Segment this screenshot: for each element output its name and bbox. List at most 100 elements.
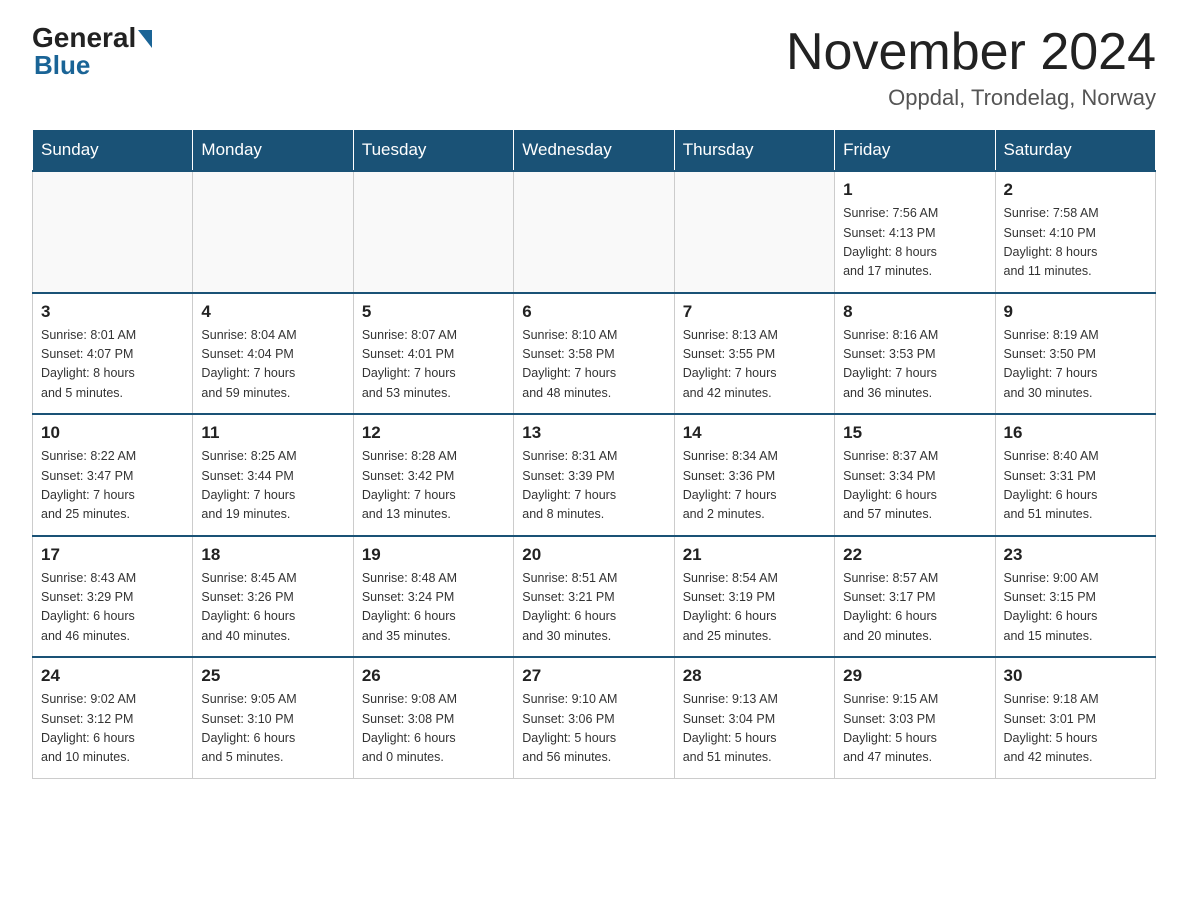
day-number: 22 (843, 545, 986, 565)
calendar-cell (193, 171, 353, 293)
day-number: 30 (1004, 666, 1147, 686)
weekday-header-friday: Friday (835, 130, 995, 172)
day-number: 12 (362, 423, 505, 443)
calendar-cell: 11 Sunrise: 8:25 AMSunset: 3:44 PMDayligh… (193, 414, 353, 536)
day-info: Sunrise: 8:43 AMSunset: 3:29 PMDaylight:… (41, 569, 184, 647)
logo-arrow-icon (138, 30, 152, 48)
day-number: 5 (362, 302, 505, 322)
day-info: Sunrise: 7:56 AMSunset: 4:13 PMDaylight:… (843, 204, 986, 282)
day-info: Sunrise: 8:10 AMSunset: 3:58 PMDaylight:… (522, 326, 665, 404)
day-number: 9 (1004, 302, 1147, 322)
day-number: 23 (1004, 545, 1147, 565)
weekday-header-thursday: Thursday (674, 130, 834, 172)
weekday-header-sunday: Sunday (33, 130, 193, 172)
day-number: 11 (201, 423, 344, 443)
day-info: Sunrise: 8:54 AMSunset: 3:19 PMDaylight:… (683, 569, 826, 647)
calendar-cell: 14 Sunrise: 8:34 AMSunset: 3:36 PMDayligh… (674, 414, 834, 536)
calendar-cell (353, 171, 513, 293)
calendar-cell: 27 Sunrise: 9:10 AMSunset: 3:06 PMDayligh… (514, 657, 674, 778)
day-number: 21 (683, 545, 826, 565)
weekday-header-wednesday: Wednesday (514, 130, 674, 172)
calendar-cell: 29 Sunrise: 9:15 AMSunset: 3:03 PMDayligh… (835, 657, 995, 778)
weekday-header-saturday: Saturday (995, 130, 1155, 172)
calendar-cell: 3Sunrise: 8:01 AMSunset: 4:07 PMDaylight… (33, 293, 193, 415)
day-number: 13 (522, 423, 665, 443)
calendar-cell: 24 Sunrise: 9:02 AMSunset: 3:12 PMDayligh… (33, 657, 193, 778)
day-number: 24 (41, 666, 184, 686)
calendar-cell: 16Sunrise: 8:40 AMSunset: 3:31 PMDayligh… (995, 414, 1155, 536)
day-info: Sunrise: 8:07 AMSunset: 4:01 PMDaylight:… (362, 326, 505, 404)
day-info: Sunrise: 9:15 AMSunset: 3:03 PMDaylight:… (843, 690, 986, 768)
calendar-cell: 4 Sunrise: 8:04 AMSunset: 4:04 PMDaylight… (193, 293, 353, 415)
calendar-cell: 23 Sunrise: 9:00 AMSunset: 3:15 PMDayligh… (995, 536, 1155, 658)
day-info: Sunrise: 8:28 AMSunset: 3:42 PMDaylight:… (362, 447, 505, 525)
day-info: Sunrise: 8:48 AMSunset: 3:24 PMDaylight:… (362, 569, 505, 647)
calendar-cell: 25 Sunrise: 9:05 AMSunset: 3:10 PMDayligh… (193, 657, 353, 778)
day-number: 20 (522, 545, 665, 565)
day-number: 25 (201, 666, 344, 686)
calendar-cell: 26Sunrise: 9:08 AMSunset: 3:08 PMDayligh… (353, 657, 513, 778)
day-info: Sunrise: 8:22 AMSunset: 3:47 PMDaylight:… (41, 447, 184, 525)
day-number: 10 (41, 423, 184, 443)
day-info: Sunrise: 9:08 AMSunset: 3:08 PMDaylight:… (362, 690, 505, 768)
logo: General Blue (32, 24, 152, 81)
logo-blue: Blue (34, 50, 90, 81)
day-info: Sunrise: 8:04 AMSunset: 4:04 PMDaylight:… (201, 326, 344, 404)
day-number: 29 (843, 666, 986, 686)
day-info: Sunrise: 9:02 AMSunset: 3:12 PMDaylight:… (41, 690, 184, 768)
calendar-week-3: 10 Sunrise: 8:22 AMSunset: 3:47 PMDayligh… (33, 414, 1156, 536)
day-number: 3 (41, 302, 184, 322)
day-info: Sunrise: 8:45 AMSunset: 3:26 PMDaylight:… (201, 569, 344, 647)
day-number: 17 (41, 545, 184, 565)
calendar-cell: 5 Sunrise: 8:07 AMSunset: 4:01 PMDaylight… (353, 293, 513, 415)
day-info: Sunrise: 8:31 AMSunset: 3:39 PMDaylight:… (522, 447, 665, 525)
calendar-cell: 7 Sunrise: 8:13 AMSunset: 3:55 PMDaylight… (674, 293, 834, 415)
calendar-cell: 18 Sunrise: 8:45 AMSunset: 3:26 PMDayligh… (193, 536, 353, 658)
calendar-cell: 10 Sunrise: 8:22 AMSunset: 3:47 PMDayligh… (33, 414, 193, 536)
title-block: November 2024 Oppdal, Trondelag, Norway (786, 24, 1156, 111)
calendar-cell: 1Sunrise: 7:56 AMSunset: 4:13 PMDaylight… (835, 171, 995, 293)
calendar-title: November 2024 (786, 24, 1156, 81)
day-info: Sunrise: 8:51 AMSunset: 3:21 PMDaylight:… (522, 569, 665, 647)
day-number: 4 (201, 302, 344, 322)
day-info: Sunrise: 8:16 AMSunset: 3:53 PMDaylight:… (843, 326, 986, 404)
day-number: 14 (683, 423, 826, 443)
day-info: Sunrise: 8:34 AMSunset: 3:36 PMDaylight:… (683, 447, 826, 525)
calendar-cell: 9 Sunrise: 8:19 AMSunset: 3:50 PMDaylight… (995, 293, 1155, 415)
day-number: 7 (683, 302, 826, 322)
day-number: 2 (1004, 180, 1147, 200)
weekday-header-tuesday: Tuesday (353, 130, 513, 172)
day-number: 8 (843, 302, 986, 322)
day-info: Sunrise: 8:37 AMSunset: 3:34 PMDaylight:… (843, 447, 986, 525)
page-header: General Blue November 2024 Oppdal, Trond… (32, 24, 1156, 111)
calendar-cell: 28Sunrise: 9:13 AMSunset: 3:04 PMDayligh… (674, 657, 834, 778)
day-number: 27 (522, 666, 665, 686)
calendar-cell: 8 Sunrise: 8:16 AMSunset: 3:53 PMDaylight… (835, 293, 995, 415)
calendar-cell: 6 Sunrise: 8:10 AMSunset: 3:58 PMDaylight… (514, 293, 674, 415)
weekday-header-row: SundayMondayTuesdayWednesdayThursdayFrid… (33, 130, 1156, 172)
day-info: Sunrise: 9:05 AMSunset: 3:10 PMDaylight:… (201, 690, 344, 768)
logo-general: General (32, 24, 136, 52)
day-number: 15 (843, 423, 986, 443)
day-info: Sunrise: 8:13 AMSunset: 3:55 PMDaylight:… (683, 326, 826, 404)
calendar-subtitle: Oppdal, Trondelag, Norway (786, 85, 1156, 111)
day-info: Sunrise: 7:58 AMSunset: 4:10 PMDaylight:… (1004, 204, 1147, 282)
day-info: Sunrise: 8:57 AMSunset: 3:17 PMDaylight:… (843, 569, 986, 647)
calendar-cell: 15 Sunrise: 8:37 AMSunset: 3:34 PMDayligh… (835, 414, 995, 536)
calendar-week-2: 3Sunrise: 8:01 AMSunset: 4:07 PMDaylight… (33, 293, 1156, 415)
calendar-cell: 13 Sunrise: 8:31 AMSunset: 3:39 PMDayligh… (514, 414, 674, 536)
calendar-week-1: 1Sunrise: 7:56 AMSunset: 4:13 PMDaylight… (33, 171, 1156, 293)
day-info: Sunrise: 8:25 AMSunset: 3:44 PMDaylight:… (201, 447, 344, 525)
day-info: Sunrise: 8:19 AMSunset: 3:50 PMDaylight:… (1004, 326, 1147, 404)
day-number: 16 (1004, 423, 1147, 443)
calendar-cell: 22 Sunrise: 8:57 AMSunset: 3:17 PMDayligh… (835, 536, 995, 658)
calendar-cell: 21 Sunrise: 8:54 AMSunset: 3:19 PMDayligh… (674, 536, 834, 658)
day-info: Sunrise: 9:18 AMSunset: 3:01 PMDaylight:… (1004, 690, 1147, 768)
calendar-cell (674, 171, 834, 293)
day-number: 18 (201, 545, 344, 565)
day-info: Sunrise: 9:10 AMSunset: 3:06 PMDaylight:… (522, 690, 665, 768)
day-number: 6 (522, 302, 665, 322)
day-info: Sunrise: 9:00 AMSunset: 3:15 PMDaylight:… (1004, 569, 1147, 647)
calendar-cell (514, 171, 674, 293)
day-info: Sunrise: 9:13 AMSunset: 3:04 PMDaylight:… (683, 690, 826, 768)
